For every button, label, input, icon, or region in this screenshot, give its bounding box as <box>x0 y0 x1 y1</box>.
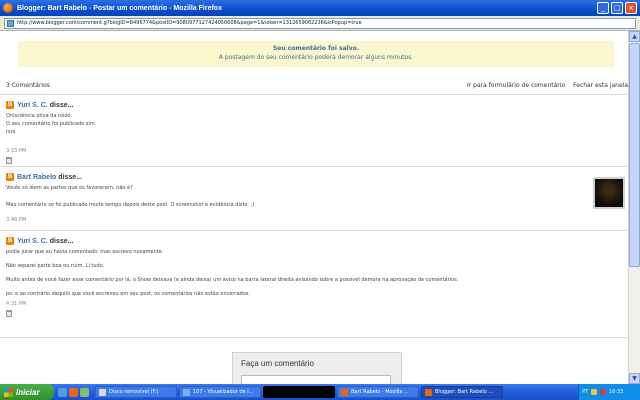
vertical-scrollbar[interactable]: ▲ ▼ <box>628 31 640 384</box>
comment-time[interactable]: 3:33 PM <box>6 148 628 154</box>
comment-time[interactable]: 4:31 PM <box>6 301 628 307</box>
comment-2: B Bart Rabelo disse... Vocês só lêem as … <box>6 172 628 223</box>
comment-author[interactable]: Yuri S. C. <box>17 102 48 109</box>
notice-title: Seu comentário foi salvo. <box>272 45 360 52</box>
page-icon <box>7 19 14 27</box>
comment-textarea[interactable] <box>241 375 391 384</box>
address-bar: http://www.blogger.com/comment.g?blogID=… <box>0 16 640 31</box>
divider <box>0 230 640 231</box>
task-visualizador[interactable]: 107 - Visualizador de i... <box>179 386 261 398</box>
comment-line: ps: e ao contrário daquilo que você escr… <box>6 291 250 297</box>
firefox-icon <box>341 388 348 396</box>
task-bart-rabelo[interactable]: Bart Rabelo - Mozilla ... <box>337 386 419 398</box>
comment-line: Vocês só lêem as partes que os favorecem… <box>6 185 133 191</box>
tray-icon[interactable] <box>591 389 598 395</box>
comment-line: Meu comentário só foi publicado muito te… <box>6 202 255 208</box>
comment-line: Onisciência ativa da nóóó. <box>6 113 72 119</box>
scroll-up-icon[interactable]: ▲ <box>629 31 640 42</box>
comment-line: Muito antes de você fazer esse comentári… <box>6 277 459 283</box>
image-viewer-icon <box>183 388 190 396</box>
url-field[interactable]: http://www.blogger.com/comment.g?blogID=… <box>4 17 636 29</box>
system-tray: PT 16:33 <box>578 384 640 400</box>
comment-form: Faça um comentário <box>232 352 402 384</box>
comment-author[interactable]: Bart Rabelo <box>17 174 56 181</box>
comment-1: B Yuri S. C. disse... Onisciência ativa … <box>6 100 628 164</box>
comment-line: podia jurar que eu havia comentado, mas … <box>6 249 164 255</box>
comment-said: disse... <box>58 173 83 181</box>
window-titlebar[interactable]: Blogger: Bart Rabelo - Postar um comentá… <box>0 0 640 16</box>
scroll-down-icon[interactable]: ▼ <box>629 373 640 384</box>
task-blogger[interactable]: Blogger: Bart Rabelo ... <box>421 386 503 398</box>
drive-icon <box>99 388 106 396</box>
task-disco-removivel[interactable]: Disco removível (F:) <box>95 386 177 398</box>
quick-launch <box>58 387 89 397</box>
comment-author[interactable]: Yuri S. C. <box>17 238 48 245</box>
task-label: Bart Rabelo - Mozilla ... <box>351 389 409 395</box>
comment-time[interactable]: 3:48 PM <box>6 217 628 223</box>
divider <box>0 337 640 338</box>
task-label: 107 - Visualizador de i... <box>193 389 254 395</box>
comment-said: disse... <box>49 237 74 245</box>
comment-line: rsrs <box>6 129 16 135</box>
tray-icon[interactable] <box>600 389 607 395</box>
comment-line: Não separei parte boa ou ruim. Li tudo. <box>6 263 105 269</box>
firefox-icon <box>3 3 13 13</box>
comment-said: disse... <box>49 101 74 109</box>
app-quicklaunch-icon[interactable] <box>80 387 89 397</box>
divider <box>0 94 640 95</box>
taskbar: Iniciar Disco removível (F:) 107 - Visua… <box>0 384 640 400</box>
comment-count: 3 Comentários <box>6 82 50 89</box>
close-button[interactable]: × <box>625 2 637 14</box>
clock: 16:33 <box>609 389 624 395</box>
divider <box>0 166 640 167</box>
comment-3: B Yuri S. C. disse... podia jurar que eu… <box>6 236 628 317</box>
page-content: Seu comentário foi salvo. A postagem do … <box>0 31 640 384</box>
goto-form-link[interactable]: Ir para formulário de comentário <box>467 82 565 92</box>
minimize-button[interactable]: _ <box>597 2 609 14</box>
comment-line: O seu comentário foi publicado sim. <box>6 121 97 127</box>
show-desktop-icon[interactable] <box>58 387 67 397</box>
start-label: Iniciar <box>16 387 40 397</box>
firefox-icon <box>425 388 432 396</box>
language-indicator[interactable]: PT <box>582 389 588 395</box>
blogger-icon: B <box>6 173 14 181</box>
window-title: Blogger: Bart Rabelo - Postar um comentá… <box>17 4 222 12</box>
trash-icon[interactable] <box>6 310 12 317</box>
maximize-button[interactable]: □ <box>611 2 623 14</box>
trash-icon[interactable] <box>6 157 12 164</box>
start-button[interactable]: Iniciar <box>0 384 54 400</box>
saved-notice: Seu comentário foi salvo. A postagem do … <box>18 41 614 67</box>
url-text: http://www.blogger.com/comment.g?blogID=… <box>17 20 362 26</box>
blogger-icon: B <box>6 101 14 109</box>
task-redacted[interactable] <box>263 386 335 398</box>
comments-header: 3 Comentários Ir para formulário de come… <box>6 82 628 92</box>
avatar[interactable] <box>593 177 625 209</box>
firefox-quicklaunch-icon[interactable] <box>69 387 78 397</box>
notice-message: A postagem do seu comentário poderá demo… <box>218 54 414 61</box>
task-label: Disco removível (F:) <box>109 389 159 395</box>
form-title: Faça um comentário <box>241 359 314 368</box>
windows-flag-icon <box>4 387 13 397</box>
close-window-link[interactable]: Fechar esta janela <box>573 82 628 92</box>
task-label: Blogger: Bart Rabelo ... <box>435 389 494 395</box>
blogger-icon: B <box>6 237 14 245</box>
scroll-thumb[interactable] <box>629 43 640 267</box>
